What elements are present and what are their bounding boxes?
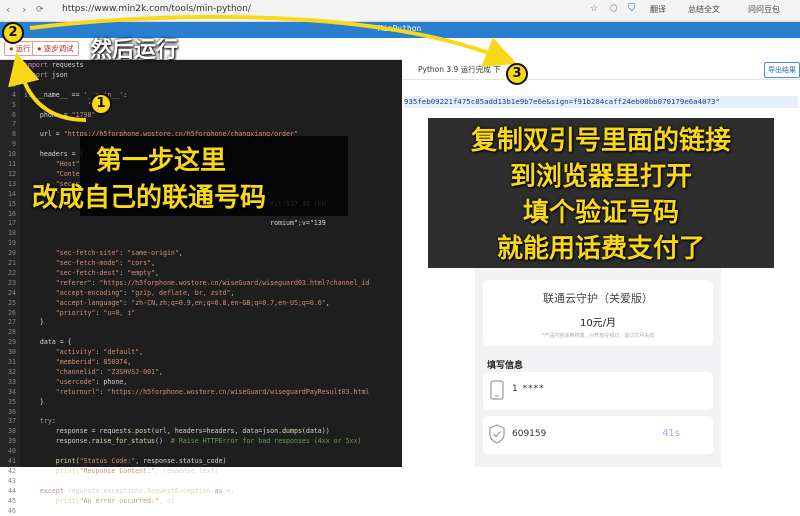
caption-step3-line4: 就能用话费支付了	[434, 228, 768, 265]
code-line[interactable]: 43	[0, 477, 402, 487]
caption-step1-line2: 改成自己的联通号码	[32, 177, 266, 214]
line-code: print("Response Content:", response.text…	[24, 467, 219, 475]
caption-step3-line1: 复制双引号里面的链接	[434, 120, 768, 157]
line-number: 45	[0, 497, 16, 507]
line-number: 43	[0, 477, 16, 487]
line-number: 42	[0, 467, 16, 477]
caption-step2: 然后运行	[90, 32, 178, 64]
code-line[interactable]: 42 print("Response Content:", response.t…	[0, 467, 402, 477]
line-code: print("An error occurred:", e)	[24, 497, 175, 505]
step-badge-2: 2	[2, 22, 24, 44]
code-line[interactable]: 44 except requests.exceptions.RequestExc…	[0, 487, 402, 497]
caption-step1-line1: 第一步这里	[96, 140, 226, 177]
step-badge-3: 3	[506, 63, 528, 85]
code-line[interactable]: 45 print("An error occurred:", e)	[0, 497, 402, 507]
line-number: 46	[0, 507, 16, 516]
arrow-to-run	[20, 68, 86, 120]
caption-step3-line3: 填个验证号码	[434, 192, 768, 229]
code-line[interactable]: 46	[0, 507, 402, 516]
step-badge-1: 1	[90, 93, 112, 115]
line-number: 44	[0, 487, 16, 497]
line-code: except requests.exceptions.RequestExcept…	[24, 487, 234, 495]
caption-step3-line2: 到浏览器里打开	[434, 156, 768, 193]
